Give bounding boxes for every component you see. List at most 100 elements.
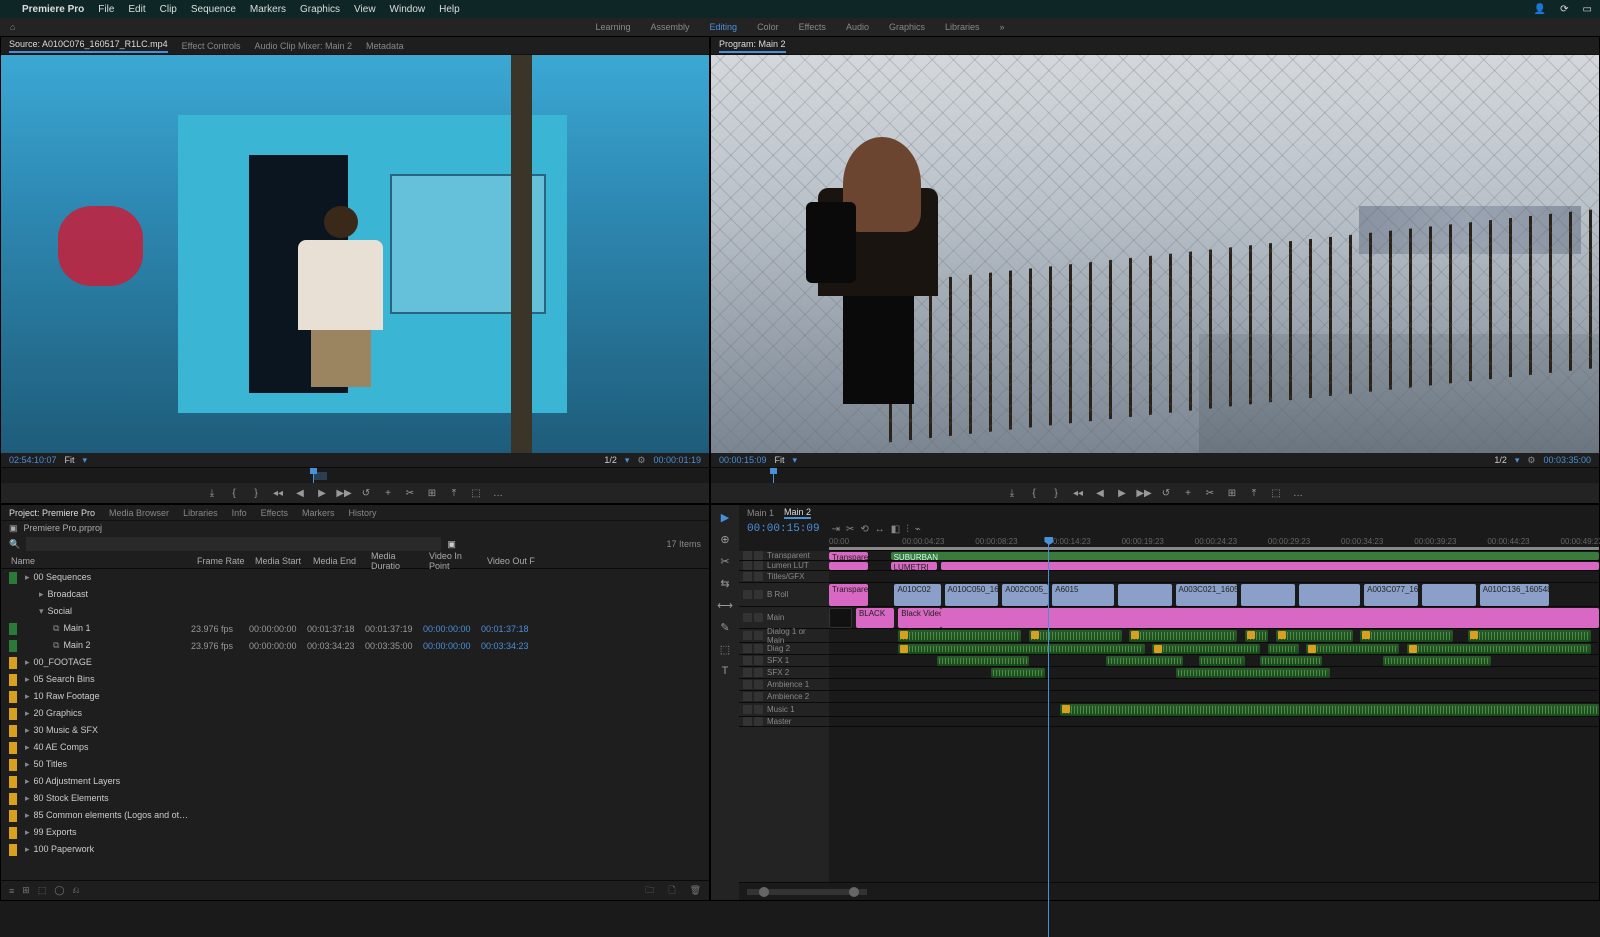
project-row[interactable]: ▸00 Sequences <box>1 569 709 586</box>
clip[interactable] <box>1260 656 1322 666</box>
project-action-btn-2[interactable]: 🗑 <box>690 885 701 896</box>
menu-clip[interactable]: Clip <box>160 4 177 15</box>
timeline-tab-main2[interactable]: Main 2 <box>784 507 811 519</box>
bin-icon[interactable]: ▸ <box>25 691 30 701</box>
clip[interactable] <box>1383 656 1491 666</box>
bin-icon[interactable]: ▸ <box>25 776 30 786</box>
tl-tool-0[interactable]: ▶ <box>717 509 733 525</box>
clip[interactable] <box>1060 704 1599 716</box>
track-toggle[interactable] <box>754 705 763 714</box>
bin-icon[interactable]: ▸ <box>25 657 30 667</box>
track-lane-M[interactable] <box>829 717 1599 727</box>
program-tab[interactable]: Program: Main 2 <box>719 39 786 53</box>
clip[interactable] <box>1199 656 1245 666</box>
track-header-A5[interactable]: Ambience 1 <box>739 679 829 691</box>
clip[interactable]: BLACK <box>856 608 895 628</box>
menu-window[interactable]: Window <box>390 4 426 15</box>
track-header-A4[interactable]: SFX 2 <box>739 667 829 679</box>
tl-tool-4[interactable]: ⟷ <box>717 597 733 613</box>
track-lane-A6[interactable] <box>829 691 1599 703</box>
source-zoom[interactable]: 1/2 <box>604 455 617 465</box>
clip[interactable] <box>1241 584 1295 606</box>
timeline-zoom-slider[interactable] <box>747 889 867 895</box>
track-toggle[interactable] <box>743 680 752 689</box>
transport-btn-13[interactable]: … <box>1292 487 1304 499</box>
bin-icon[interactable]: ▸ <box>25 708 30 718</box>
ws-graphics[interactable]: Graphics <box>889 22 925 32</box>
bin-icon[interactable]: ▸ <box>25 725 30 735</box>
project-tab-history[interactable]: History <box>348 508 376 518</box>
clip[interactable]: A003C077_160508_R1LC.mp4 <box>1364 584 1418 606</box>
program-fit-dropdown-icon[interactable]: ▾ <box>793 455 798 466</box>
track-header-V5[interactable]: Transparent <box>739 551 829 561</box>
col-videoin[interactable]: Video In Point <box>427 551 485 571</box>
track-toggle[interactable] <box>743 692 752 701</box>
transport-btn-4[interactable]: ◀ <box>1094 487 1106 499</box>
clip[interactable] <box>829 608 852 628</box>
source-settings-icon[interactable]: ⚙ <box>637 455 645 466</box>
bin-icon[interactable]: ▸ <box>25 793 30 803</box>
tl-header-icon-2[interactable]: ⟲ <box>860 524 868 535</box>
clip[interactable] <box>941 608 1599 628</box>
transport-btn-4[interactable]: ◀ <box>294 487 306 499</box>
clip[interactable]: A010C050_160512_R1LC.mp4 <box>945 584 999 606</box>
source-scrubber[interactable] <box>1 467 709 483</box>
transport-btn-7[interactable]: ↺ <box>360 487 372 499</box>
source-tab-audiomixer[interactable]: Audio Clip Mixer: Main 2 <box>255 41 353 51</box>
project-row[interactable]: ⧉Main 223.976 fps00:00:00:0000:03:34:230… <box>1 637 709 654</box>
ws-libraries[interactable]: Libraries <box>945 22 980 32</box>
bin-icon[interactable]: ▸ <box>25 572 30 582</box>
project-row[interactable]: ▸60 Adjustment Layers <box>1 773 709 790</box>
timeline-tab-main1[interactable]: Main 1 <box>747 508 774 518</box>
project-view-btn-0[interactable]: ≡ <box>9 886 14 896</box>
transport-btn-3[interactable]: ◂◂ <box>1072 487 1084 499</box>
project-search-input[interactable] <box>26 537 441 551</box>
clip[interactable] <box>941 562 1599 570</box>
clip[interactable] <box>991 668 1045 678</box>
clip[interactable] <box>937 656 1029 666</box>
col-framerate[interactable]: Frame Rate <box>195 556 253 566</box>
transport-btn-12[interactable]: ⬚ <box>1270 487 1282 499</box>
transport-btn-3[interactable]: ◂◂ <box>272 487 284 499</box>
clip[interactable] <box>1245 630 1268 642</box>
source-fit-dropdown-icon[interactable]: ▾ <box>83 455 88 466</box>
menu-edit[interactable]: Edit <box>128 4 145 15</box>
project-tab-mediabrowser[interactable]: Media Browser <box>109 508 169 518</box>
track-toggle[interactable] <box>743 561 752 570</box>
transport-btn-6[interactable]: ▶▶ <box>1138 487 1150 499</box>
clip[interactable] <box>1299 584 1361 606</box>
ws-overflow[interactable]: » <box>1000 22 1005 32</box>
project-action-btn-0[interactable]: 🗀 <box>645 883 654 899</box>
clip[interactable] <box>1422 584 1476 606</box>
filter-bin-icon[interactable]: ▣ <box>447 539 456 550</box>
source-tab-clip[interactable]: Source: A010C076_160517_R1LC.mp4 <box>9 39 168 53</box>
project-row[interactable]: ▸40 AE Comps <box>1 739 709 756</box>
timeline-playhead[interactable] <box>1048 537 1049 937</box>
user-icon[interactable]: 👤 <box>1534 4 1546 15</box>
tl-header-icon-4[interactable]: ◧ <box>891 524 900 535</box>
track-lane-V3[interactable] <box>829 571 1599 583</box>
col-videoout[interactable]: Video Out F <box>485 556 543 566</box>
tl-tool-2[interactable]: ✂ <box>717 553 733 569</box>
project-list[interactable]: ▸00 Sequences▸Broadcast▾Social⧉Main 123.… <box>1 569 709 880</box>
track-toggle[interactable] <box>743 717 752 726</box>
tl-tool-6[interactable]: ⬚ <box>717 641 733 657</box>
app-name[interactable]: Premiere Pro <box>22 4 84 15</box>
sequence-icon[interactable]: ⧉ <box>53 640 59 650</box>
track-toggle[interactable] <box>754 692 763 701</box>
clip[interactable] <box>1407 644 1592 654</box>
breadcrumb-bin-icon[interactable]: ▣ <box>9 523 18 534</box>
transport-btn-7[interactable]: ↺ <box>1160 487 1172 499</box>
clip[interactable] <box>1468 630 1591 642</box>
track-toggle[interactable] <box>754 668 763 677</box>
home-icon[interactable]: ⌂ <box>10 22 15 32</box>
clip[interactable]: LUMETRI <box>891 562 937 570</box>
transport-btn-12[interactable]: ⬚ <box>470 487 482 499</box>
track-toggle[interactable] <box>754 656 763 665</box>
track-toggle[interactable] <box>754 590 763 599</box>
project-tab-effects[interactable]: Effects <box>261 508 288 518</box>
track-header-A6[interactable]: Ambience 2 <box>739 691 829 703</box>
clip[interactable] <box>1118 584 1172 606</box>
track-toggle[interactable] <box>754 551 763 560</box>
transport-btn-5[interactable]: ▶ <box>1116 487 1128 499</box>
